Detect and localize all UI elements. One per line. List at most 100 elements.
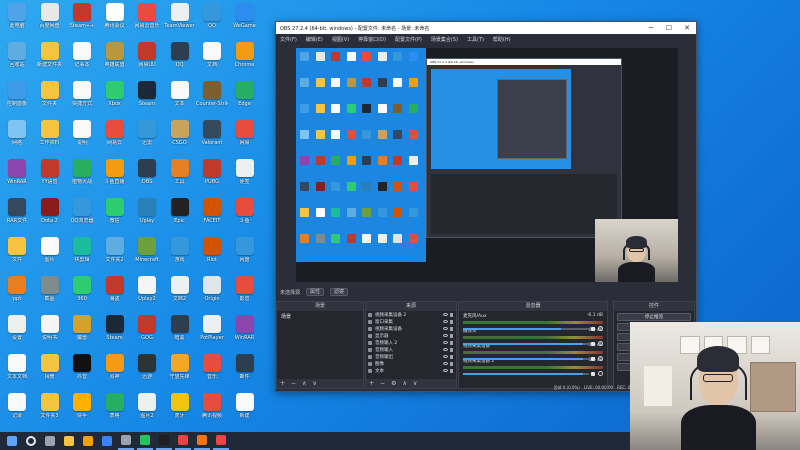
stop-streaming-button[interactable]: 停止推流 xyxy=(617,313,691,321)
lock-icon[interactable] xyxy=(450,347,453,352)
eye-icon[interactable] xyxy=(443,341,448,344)
desktop-icon[interactable]: ppt xyxy=(2,276,32,314)
desktop-icon[interactable]: 说明 xyxy=(67,120,97,158)
desktop-icon[interactable]: 文件夹 xyxy=(35,81,65,119)
desktop-icon[interactable]: Edge xyxy=(230,81,260,119)
desktop-icon[interactable]: 斗鱼直播 xyxy=(100,159,130,197)
desktop-icon[interactable]: 图片 xyxy=(35,237,65,275)
desktop-icon[interactable]: 网易UU xyxy=(132,42,162,80)
move-down-icon[interactable]: ∨ xyxy=(312,380,316,387)
chrome-icon[interactable] xyxy=(80,432,96,450)
lock-icon[interactable] xyxy=(450,354,453,359)
desktop-icon[interactable]: Valorant xyxy=(197,120,227,158)
obs-icon[interactable] xyxy=(156,432,172,450)
properties-button[interactable]: 属性 xyxy=(306,288,325,296)
obs-preview-canvas[interactable]: OBS 27.2.4 (64-bit, windows) xyxy=(296,48,678,282)
desktop-icon[interactable]: 快捷方式 xyxy=(67,81,97,119)
volume-slider[interactable] xyxy=(463,327,589,330)
gear-icon[interactable] xyxy=(598,371,603,376)
move-down-icon[interactable]: ∨ xyxy=(413,380,417,387)
maximize-icon[interactable]: ☐ xyxy=(660,24,678,32)
desktop-icon[interactable]: YY语音 xyxy=(35,159,65,197)
desktop-icon[interactable]: 微信 xyxy=(100,198,130,236)
desktop-icon[interactable]: OBS xyxy=(132,159,162,197)
desktop-icon[interactable]: 回收站 xyxy=(2,42,32,80)
desktop-icon[interactable]: 记事本 xyxy=(67,42,97,80)
desktop-icon[interactable]: Counter-Strike xyxy=(196,81,228,119)
source-item[interactable]: 图像 xyxy=(366,360,456,367)
move-up-icon[interactable]: ∧ xyxy=(402,380,406,387)
add-icon[interactable]: + xyxy=(369,380,374,387)
desktop-icon[interactable]: 网易 xyxy=(230,120,260,158)
desktop-icon[interactable]: Uplay2 xyxy=(132,276,162,314)
desktop-icon[interactable]: 文件夹2 xyxy=(100,237,130,275)
close-icon[interactable]: ✕ xyxy=(678,24,696,32)
desktop-icon[interactable]: Steam xyxy=(132,81,162,119)
desktop-icon[interactable]: 设置 xyxy=(2,315,32,353)
desktop-icon[interactable]: 图片2 xyxy=(132,393,162,431)
desktop-icon[interactable]: WeGame xyxy=(230,3,260,41)
remove-icon[interactable]: − xyxy=(291,380,296,387)
desktop-icon[interactable]: Epic xyxy=(165,198,195,236)
lock-icon[interactable] xyxy=(450,326,453,331)
lock-icon[interactable] xyxy=(450,361,453,366)
eye-icon[interactable] xyxy=(443,355,448,358)
desktop-icon[interactable]: 虎牙 xyxy=(165,393,195,431)
source-item[interactable]: 音频输入 2 xyxy=(366,339,456,346)
menu-help[interactable]: 帮助(H) xyxy=(493,36,511,43)
menu-edit[interactable]: 编辑(E) xyxy=(306,36,323,43)
minimize-icon[interactable]: ─ xyxy=(642,24,660,32)
desktop-icon[interactable]: 斗鱼 xyxy=(230,198,260,236)
source-item[interactable]: 窗口采集 xyxy=(366,318,456,325)
netease-music-icon[interactable] xyxy=(175,432,191,450)
desktop-icon[interactable]: 迅游 xyxy=(132,354,162,392)
search-icon[interactable] xyxy=(23,432,39,450)
desktop-icon[interactable]: 快手 xyxy=(67,393,97,431)
task-view-icon[interactable] xyxy=(42,432,58,450)
desktop-icon[interactable]: 邮件 xyxy=(230,354,260,392)
desktop-icon[interactable]: QQ xyxy=(165,42,195,80)
eye-icon[interactable] xyxy=(443,334,448,337)
desktop-icon[interactable]: 暗黑 xyxy=(165,315,195,353)
desktop-icon[interactable]: 工具 xyxy=(165,159,195,197)
menu-docks[interactable]: 停靠窗口(D) xyxy=(358,36,386,43)
lock-icon[interactable] xyxy=(450,333,453,338)
source-item[interactable]: 音频输入 xyxy=(366,346,456,353)
eye-icon[interactable] xyxy=(443,369,448,372)
menu-tools[interactable]: 工具(T) xyxy=(467,36,484,43)
desktop-icon[interactable]: 英雄联盟 xyxy=(100,42,130,80)
desktop-icon[interactable]: 影音 xyxy=(230,276,260,314)
move-up-icon[interactable]: ∧ xyxy=(302,380,306,387)
eye-icon[interactable] xyxy=(443,362,448,365)
desktop-icon[interactable]: 文件夹3 xyxy=(35,393,65,431)
eye-icon[interactable] xyxy=(443,327,448,330)
volume-slider[interactable] xyxy=(463,342,589,345)
add-icon[interactable]: + xyxy=(280,380,285,387)
filters-button[interactable]: 滤镜 xyxy=(330,288,349,296)
desktop-icon[interactable]: TeamViewer xyxy=(164,3,195,41)
desktop-icon[interactable]: 360 xyxy=(67,276,97,314)
desktop-icon[interactable]: 文本 xyxy=(165,81,195,119)
desktop-icon[interactable]: 迅雷 xyxy=(132,120,162,158)
desktop-icon[interactable]: PotPlayer xyxy=(197,315,227,353)
source-item[interactable]: 文本 xyxy=(366,367,456,374)
desktop-icon[interactable]: 海盗 xyxy=(100,276,130,314)
desktop-icon[interactable]: QQ浏览器 xyxy=(67,198,97,236)
lock-icon[interactable] xyxy=(450,340,453,345)
douyu-icon[interactable] xyxy=(194,432,210,450)
menu-view[interactable]: 视图(V) xyxy=(332,36,349,43)
source-item[interactable]: 视频采集设备 xyxy=(366,325,456,332)
desktop-icon[interactable]: 百度网盘 xyxy=(35,3,65,41)
desktop-icon[interactable]: 新建文件夹 xyxy=(35,42,65,80)
app-icon[interactable] xyxy=(213,432,229,450)
desktop-icon[interactable]: 网易云 xyxy=(100,120,130,158)
volume-slider[interactable] xyxy=(463,372,589,375)
desktop-icon[interactable]: 工作资料 xyxy=(35,120,65,158)
desktop-icon[interactable]: 守望先锋 xyxy=(165,354,195,392)
gear-icon[interactable]: ⚙ xyxy=(391,380,396,387)
wechat-icon[interactable] xyxy=(137,432,153,450)
desktop-icon[interactable]: 网盘 xyxy=(230,237,260,275)
lock-icon[interactable] xyxy=(450,319,453,324)
desktop-icon[interactable]: 音乐 xyxy=(197,354,227,392)
eye-icon[interactable] xyxy=(443,320,448,323)
